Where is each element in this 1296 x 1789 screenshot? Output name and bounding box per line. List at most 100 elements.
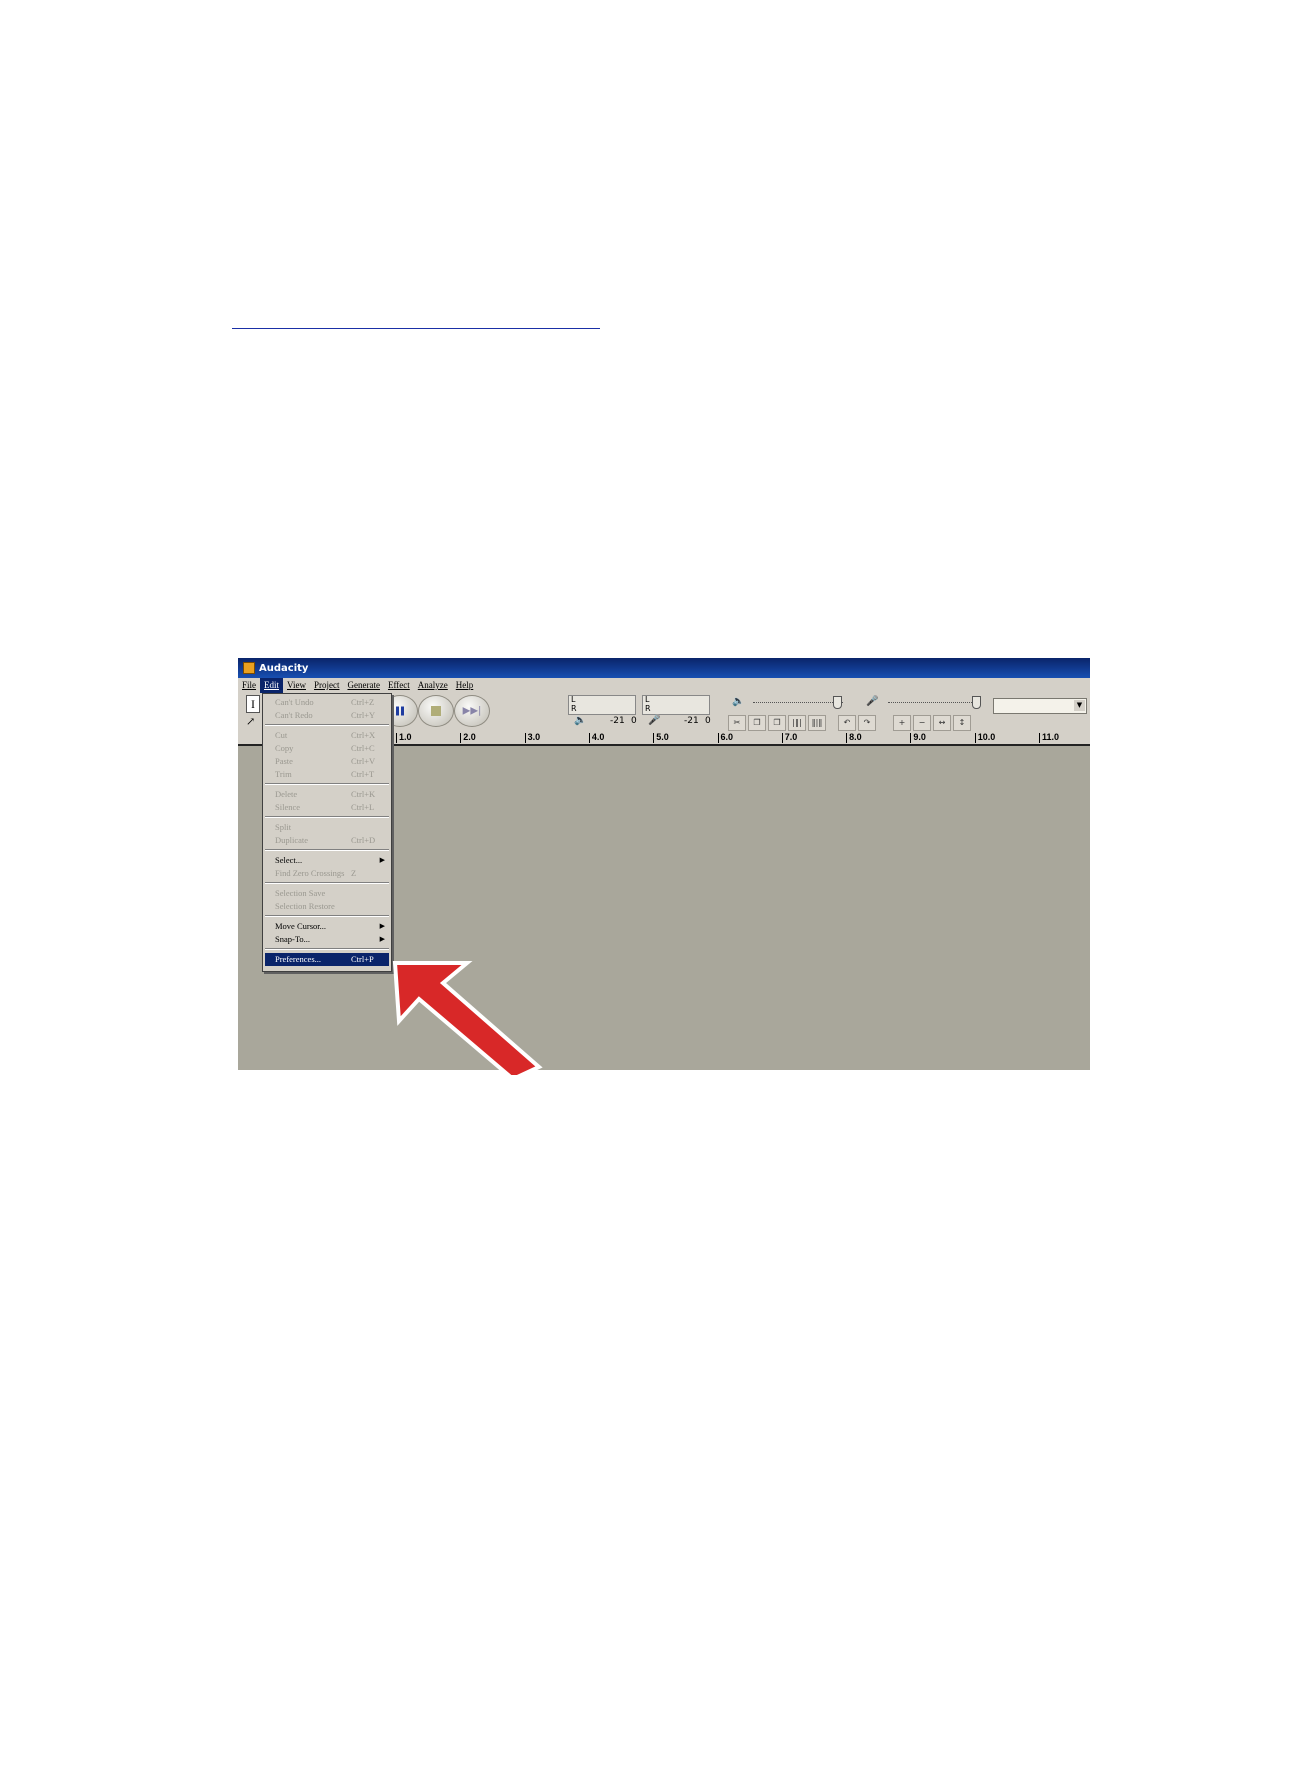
zoom-tool-icon[interactable]: ↗ bbox=[246, 715, 258, 729]
menu-item-copy[interactable]: Copy Ctrl+C bbox=[265, 742, 389, 755]
menu-separator bbox=[265, 948, 389, 950]
menu-item-label: Trim bbox=[275, 769, 292, 779]
menu-item-shortcut: Ctrl+P bbox=[351, 954, 374, 964]
menu-item-shortcut: Ctrl+C bbox=[351, 743, 375, 753]
menu-item-split[interactable]: Split bbox=[265, 821, 389, 834]
menu-item-shortcut: Z bbox=[351, 868, 357, 878]
menu-project[interactable]: Project bbox=[310, 678, 344, 693]
menu-item-label: Selection Restore bbox=[275, 901, 335, 911]
input-source-dropdown[interactable]: ▼ bbox=[993, 698, 1087, 714]
menu-item-delete[interactable]: Delete Ctrl+K bbox=[265, 788, 389, 801]
menu-item-shortcut: Ctrl+X bbox=[351, 730, 376, 740]
meter-scale-min: -21 bbox=[684, 716, 699, 726]
zoom-in-icon[interactable]: + bbox=[893, 715, 911, 731]
paste-icon[interactable]: ❐ bbox=[768, 715, 786, 731]
ruler-tick-label: 2.0 bbox=[460, 732, 476, 743]
microphone-icon: 🎤 bbox=[866, 696, 879, 707]
slider-thumb[interactable] bbox=[972, 696, 981, 709]
playback-meter: L R bbox=[568, 695, 636, 715]
menu-item-label: Can't Undo bbox=[275, 697, 314, 707]
submenu-arrow-icon: ▶ bbox=[379, 922, 385, 930]
menu-item-trim[interactable]: Trim Ctrl+T bbox=[265, 768, 389, 781]
meter-right-label: R bbox=[571, 704, 577, 713]
submenu-arrow-icon: ▶ bbox=[379, 935, 385, 943]
menu-item-label: Split bbox=[275, 822, 292, 832]
menu-item-shortcut: Ctrl+L bbox=[351, 802, 375, 812]
menu-edit[interactable]: Edit bbox=[260, 678, 284, 693]
menu-separator bbox=[265, 816, 389, 818]
menu-item-shortcut: Ctrl+T bbox=[351, 769, 375, 779]
redo-icon[interactable]: ↷ bbox=[858, 715, 876, 731]
ruler-tick-label: 11.0 bbox=[1038, 732, 1060, 743]
menu-item-find-zero-crossings[interactable]: Find Zero Crossings Z bbox=[265, 867, 389, 880]
meter-right-label: R bbox=[645, 704, 651, 713]
menu-item-shortcut: Ctrl+Y bbox=[351, 710, 376, 720]
menu-item-can-t-undo[interactable]: Can't Undo Ctrl+Z bbox=[265, 696, 389, 709]
trim-icon[interactable]: ✂ bbox=[728, 715, 746, 731]
record-meter: L R bbox=[642, 695, 710, 715]
menu-item-select[interactable]: Select... ▶ bbox=[265, 854, 389, 867]
menu-item-label: Copy bbox=[275, 743, 294, 753]
playback-volume-slider[interactable] bbox=[753, 696, 843, 709]
zoom-out-icon[interactable]: − bbox=[913, 715, 931, 731]
menu-item-shortcut: Ctrl+D bbox=[351, 835, 376, 845]
audacity-window: Audacity File Edit View Project Generate Effe… bbox=[238, 658, 1090, 1070]
menu-separator bbox=[265, 783, 389, 785]
menu-item-snap-to[interactable]: Snap-To... ▶ bbox=[265, 933, 389, 946]
slider-thumb[interactable] bbox=[833, 696, 842, 709]
menu-file[interactable]: File bbox=[238, 678, 260, 693]
speaker-icon: 🔈 bbox=[732, 696, 745, 707]
menu-item-can-t-redo[interactable]: Can't Redo Ctrl+Y bbox=[265, 709, 389, 722]
menu-item-shortcut: Ctrl+V bbox=[351, 756, 376, 766]
menu-item-label: Delete bbox=[275, 789, 298, 799]
menu-view[interactable]: View bbox=[283, 678, 310, 693]
undo-icon[interactable]: ↶ bbox=[838, 715, 856, 731]
zoom-selection-icon[interactable]: ↔ bbox=[933, 715, 951, 731]
submenu-arrow-icon: ▶ bbox=[379, 856, 385, 864]
silence-icon[interactable]: ‖|‖ bbox=[808, 715, 826, 731]
meter-left-label: L bbox=[645, 695, 650, 704]
meter-scale-max: 0 bbox=[705, 716, 711, 726]
menu-item-duplicate[interactable]: Duplicate Ctrl+D bbox=[265, 834, 389, 847]
menu-item-preferences[interactable]: Preferences... Ctrl+P bbox=[265, 953, 389, 966]
ruler-tick-label: 3.0 bbox=[524, 732, 541, 743]
menu-help[interactable]: Help bbox=[452, 678, 478, 693]
meter-scale-min: -21 bbox=[610, 716, 625, 726]
menu-item-move-cursor[interactable]: Move Cursor... ▶ bbox=[265, 920, 389, 933]
speaker-icon[interactable]: 🔈 bbox=[574, 715, 586, 726]
stop-icon bbox=[431, 706, 441, 716]
menu-item-silence[interactable]: Silence Ctrl+L bbox=[265, 801, 389, 814]
recording-volume-slider[interactable] bbox=[888, 696, 981, 709]
ruler-tick-label: 6.0 bbox=[717, 732, 734, 743]
chevron-down-icon: ▼ bbox=[1074, 700, 1085, 711]
menu-separator bbox=[265, 882, 389, 884]
menu-item-label: Select... bbox=[275, 855, 303, 865]
meter-scale-max: 0 bbox=[631, 716, 637, 726]
menu-item-label: Preferences... bbox=[275, 954, 322, 964]
menu-analyze[interactable]: Analyze bbox=[414, 678, 452, 693]
copy-icon[interactable]: ❐ bbox=[748, 715, 766, 731]
menu-item-cut[interactable]: Cut Ctrl+X bbox=[265, 729, 389, 742]
menu-item-label: Snap-To... bbox=[275, 934, 311, 944]
menu-generate[interactable]: Generate bbox=[343, 678, 383, 693]
microphone-icon[interactable]: 🎤 bbox=[648, 715, 660, 726]
stop-button[interactable] bbox=[418, 695, 454, 727]
ruler-tick-label: 9.0 bbox=[910, 732, 926, 743]
hyperlink-underline bbox=[232, 328, 600, 329]
menu-item-label: Can't Redo bbox=[275, 710, 313, 720]
menu-item-shortcut: Ctrl+Z bbox=[351, 697, 375, 707]
menu-effect[interactable]: Effect bbox=[384, 678, 414, 693]
trim-outside-icon[interactable]: |‖| bbox=[788, 715, 806, 731]
menu-item-label: Move Cursor... bbox=[275, 921, 326, 931]
menu-item-shortcut: Ctrl+K bbox=[351, 789, 376, 799]
menu-separator bbox=[265, 915, 389, 917]
red-arrow-icon bbox=[392, 961, 543, 1075]
menu-item-selection-save[interactable]: Selection Save bbox=[265, 887, 389, 900]
zoom-fit-icon[interactable]: ↕ bbox=[953, 715, 971, 731]
menu-item-paste[interactable]: Paste Ctrl+V bbox=[265, 755, 389, 768]
skip-end-button[interactable]: ▶▶| bbox=[454, 695, 490, 727]
selection-tool-icon[interactable]: I bbox=[246, 695, 260, 713]
ruler-tick-label: 7.0 bbox=[781, 732, 798, 743]
skip-end-icon: ▶▶| bbox=[462, 705, 482, 717]
menu-item-selection-restore[interactable]: Selection Restore bbox=[265, 900, 389, 913]
